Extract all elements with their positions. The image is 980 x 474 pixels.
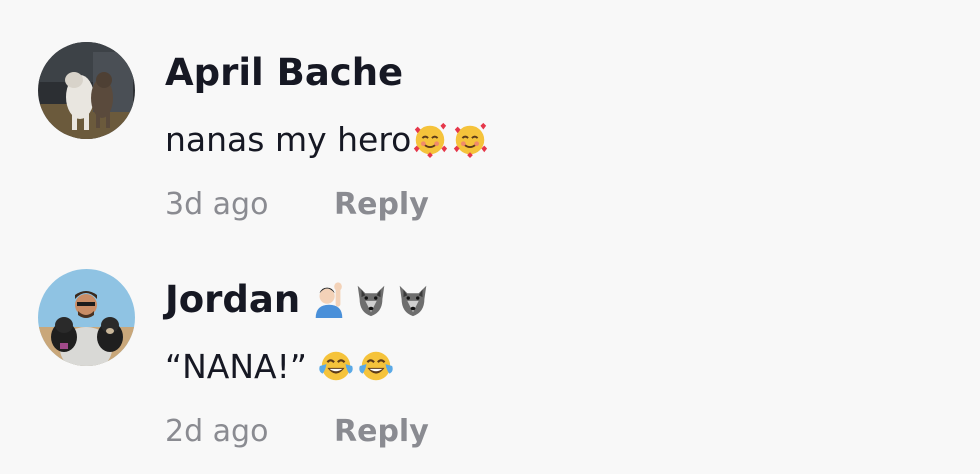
username-text: April Bache (165, 51, 404, 94)
wolf-icon (352, 280, 390, 318)
reply-button[interactable]: Reply (334, 186, 429, 224)
comment-text: “NANA!” (165, 345, 395, 389)
comment-item: Jordan “NANA!” 2d ago Reply (0, 227, 980, 449)
username-text: Jordan (165, 278, 301, 321)
comment-text-content: “NANA!” (165, 347, 307, 386)
comment-meta: 3d ago Reply (165, 186, 429, 224)
face-with-tears-of-joy-icon (357, 347, 395, 385)
comment-text: nanas my hero (165, 118, 489, 162)
avatar[interactable] (38, 42, 135, 139)
comment-text-content: nanas my hero (165, 120, 412, 159)
smiling-face-with-hearts-icon (451, 120, 489, 158)
comment-list: April Bache nanas my hero 3d ago Reply J… (0, 0, 980, 474)
username[interactable]: April Bache (165, 50, 403, 96)
person-raising-hand-icon (310, 280, 348, 318)
comment-emojis (317, 347, 395, 385)
avatar[interactable] (38, 269, 135, 366)
smiling-face-with-hearts-icon (411, 120, 449, 158)
comment-emojis (411, 120, 489, 158)
face-with-tears-of-joy-icon (317, 347, 355, 385)
comment-meta: 2d ago Reply (165, 413, 429, 451)
wolf-icon (394, 280, 432, 318)
username[interactable]: Jordan (165, 277, 432, 323)
timestamp: 2d ago (165, 414, 269, 449)
dogs-in-car-avatar-icon (38, 42, 135, 139)
comment-item: April Bache nanas my hero 3d ago Reply (0, 0, 980, 222)
username-emojis (310, 280, 432, 318)
man-with-dogs-avatar-icon (38, 269, 135, 366)
reply-button[interactable]: Reply (334, 413, 429, 451)
timestamp: 3d ago (165, 187, 269, 222)
